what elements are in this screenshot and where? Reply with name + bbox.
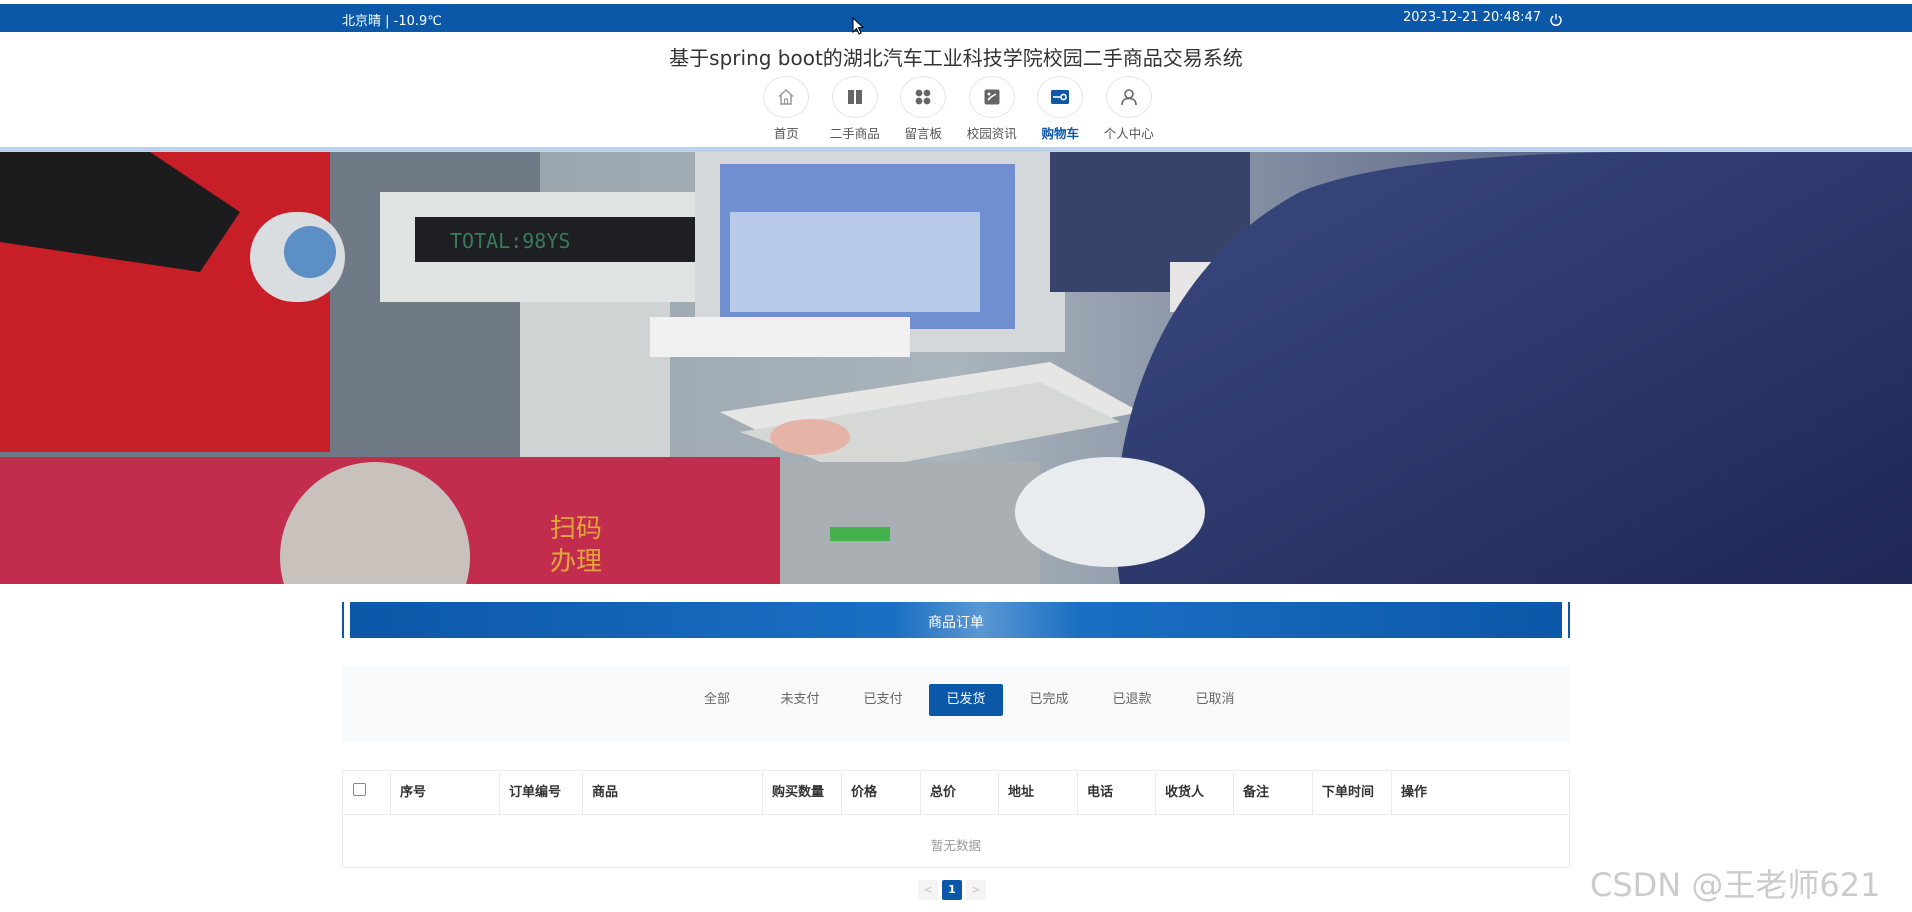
book-icon [831, 76, 878, 118]
svg-text:办理: 办理 [550, 547, 602, 577]
tab-all[interactable]: 全部 [680, 684, 754, 716]
nav-label: 二手商品 [829, 126, 880, 141]
tab-refunded[interactable]: 已退款 [1095, 684, 1169, 716]
orders-table: 序号 订单编号 商品 购买数量 价格 总价 地址 电话 收货人 备注 下单时间 … [342, 770, 1570, 868]
power-icon[interactable] [1549, 12, 1563, 27]
nav-label: 购物车 [1041, 126, 1079, 141]
order-status-tabs: 全部 未支付 已支付 已发货 已完成 已退款 已取消 [680, 684, 1261, 716]
weather-info: 北京晴 | -10.9℃ [342, 14, 442, 29]
nav-label: 留言板 [904, 126, 942, 141]
nav-item-second-hand-goods[interactable]: 二手商品 [821, 76, 890, 142]
col-remark: 备注 [1234, 771, 1313, 815]
col-quantity: 购买数量 [763, 771, 842, 815]
section-title: 商品订单 [928, 615, 984, 631]
tab-cancelled[interactable]: 已取消 [1178, 684, 1252, 716]
col-order-number: 订单编号 [500, 771, 583, 815]
empty-data-text: 暂无数据 [930, 838, 981, 853]
next-page-button[interactable]: > [966, 880, 986, 900]
col-phone: 电话 [1078, 771, 1156, 815]
nav-label: 校园资讯 [966, 126, 1017, 141]
order-status-panel: 全部 未支付 已支付 已发货 已完成 已退款 已取消 [342, 666, 1570, 742]
nav-item-message-board[interactable]: 留言板 [889, 76, 958, 142]
home-icon [763, 76, 810, 118]
col-order-time: 下单时间 [1313, 771, 1392, 815]
nav-label: 首页 [773, 126, 799, 141]
col-product: 商品 [583, 771, 763, 815]
main-nav: 首页 二手商品 留言板 校园资讯 购物车 个人中心 [752, 76, 1163, 142]
grid-dots-icon [900, 76, 947, 118]
watermark: CSDN @王老师621 [1590, 866, 1881, 904]
select-all-checkbox[interactable] [353, 783, 366, 796]
top-bar: 北京晴 | -10.9℃ 2023-12-21 20:48:47 [0, 4, 1912, 32]
nav-item-home[interactable]: 首页 [752, 76, 821, 142]
col-recipient: 收货人 [1156, 771, 1234, 815]
tab-shipped[interactable]: 已发货 [929, 684, 1003, 716]
mouse-cursor-icon [852, 16, 865, 35]
user-icon [1105, 76, 1152, 118]
current-datetime: 2023-12-21 20:48:47 [1403, 10, 1542, 25]
tab-paid[interactable]: 已支付 [846, 684, 920, 716]
col-actions: 操作 [1401, 785, 1428, 800]
prev-page-button[interactable]: < [918, 880, 938, 900]
tab-completed[interactable]: 已完成 [1012, 684, 1086, 716]
svg-text:TOTAL:98YS: TOTAL:98YS [450, 229, 570, 253]
site-title: 基于spring boot的湖北汽车工业科技学院校园二手商品交易系统 [669, 46, 1243, 70]
pagination: < 1 > [918, 880, 990, 900]
svg-text:扫码: 扫码 [550, 514, 602, 544]
cart-icon [1037, 76, 1084, 118]
nav-item-cart[interactable]: 购物车 [1026, 76, 1095, 142]
page-button-1[interactable]: 1 [942, 880, 962, 900]
nav-item-personal-center[interactable]: 个人中心 [1095, 76, 1164, 142]
col-total: 总价 [921, 771, 999, 815]
section-header: 商品订单 [342, 602, 1570, 638]
col-price: 价格 [842, 771, 921, 815]
nav-item-campus-news[interactable]: 校园资讯 [958, 76, 1027, 142]
table-header: 序号 订单编号 商品 购买数量 价格 总价 地址 电话 收货人 备注 下单时间 … [343, 771, 1569, 815]
nav-label: 个人中心 [1103, 126, 1154, 141]
col-address: 地址 [999, 771, 1078, 815]
select-all-cell [343, 771, 391, 815]
tab-unpaid[interactable]: 未支付 [763, 684, 837, 716]
banner-image: TOTAL:98YS 扫码 办理 [0, 152, 1912, 584]
col-index: 序号 [391, 771, 500, 815]
image-icon [968, 76, 1015, 118]
